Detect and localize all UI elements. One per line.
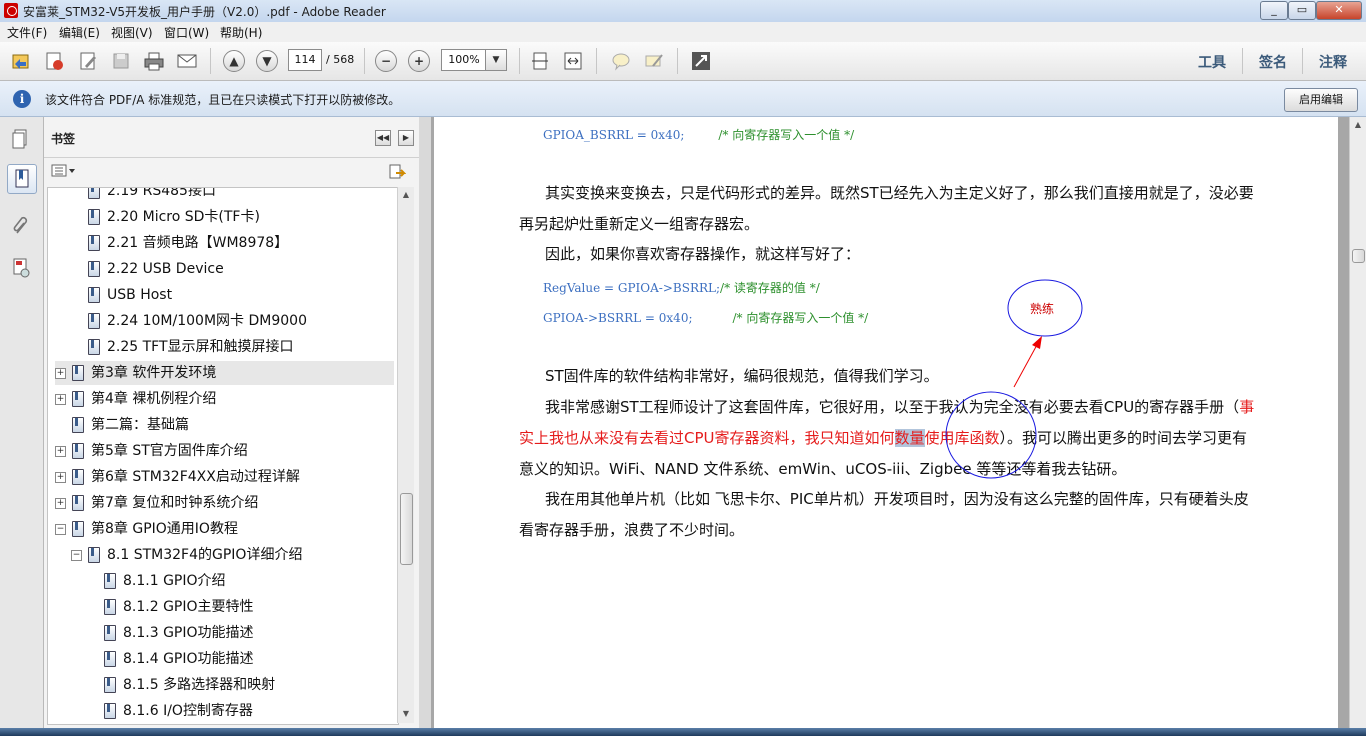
annotation-arrow-line[interactable] xyxy=(1013,342,1039,388)
annotation-text[interactable]: 熟练 xyxy=(1030,300,1054,317)
document-scrollbar[interactable]: ▲ xyxy=(1349,117,1366,728)
scroll-up-icon[interactable]: ▲ xyxy=(1352,119,1364,131)
annotation-layer xyxy=(945,279,1083,479)
annotation-circle[interactable] xyxy=(945,391,1037,479)
annotation-arrowhead xyxy=(1032,336,1042,349)
scrollbar-thumb[interactable] xyxy=(1352,249,1365,263)
taskbar xyxy=(0,728,1366,736)
